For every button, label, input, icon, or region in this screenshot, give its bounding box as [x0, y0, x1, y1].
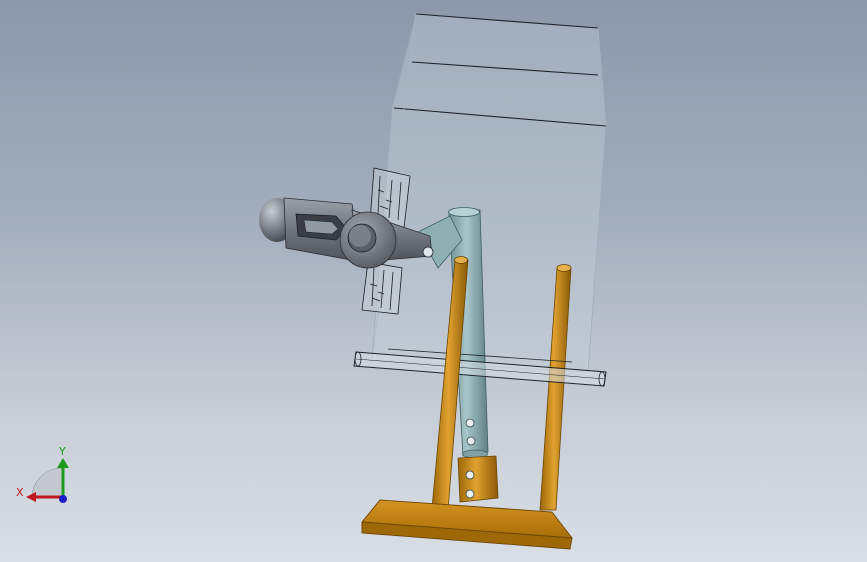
pivot-pin[interactable] [422, 246, 434, 258]
y-axis-arrowhead [57, 458, 69, 468]
assembly-model[interactable]: Y X [0, 0, 867, 562]
hub[interactable] [339, 211, 397, 269]
lower-blade[interactable] [361, 261, 403, 315]
z-axis-dot [59, 495, 67, 503]
triad-base-arc [31, 467, 63, 499]
y-axis-label: Y [58, 445, 66, 458]
mounting-plate[interactable] [457, 455, 499, 503]
x-axis-arrowhead [26, 492, 36, 502]
x-axis-label: X [16, 486, 24, 499]
cad-viewport[interactable]: Y X [0, 0, 867, 562]
coordinate-triad: Y X [16, 445, 69, 503]
